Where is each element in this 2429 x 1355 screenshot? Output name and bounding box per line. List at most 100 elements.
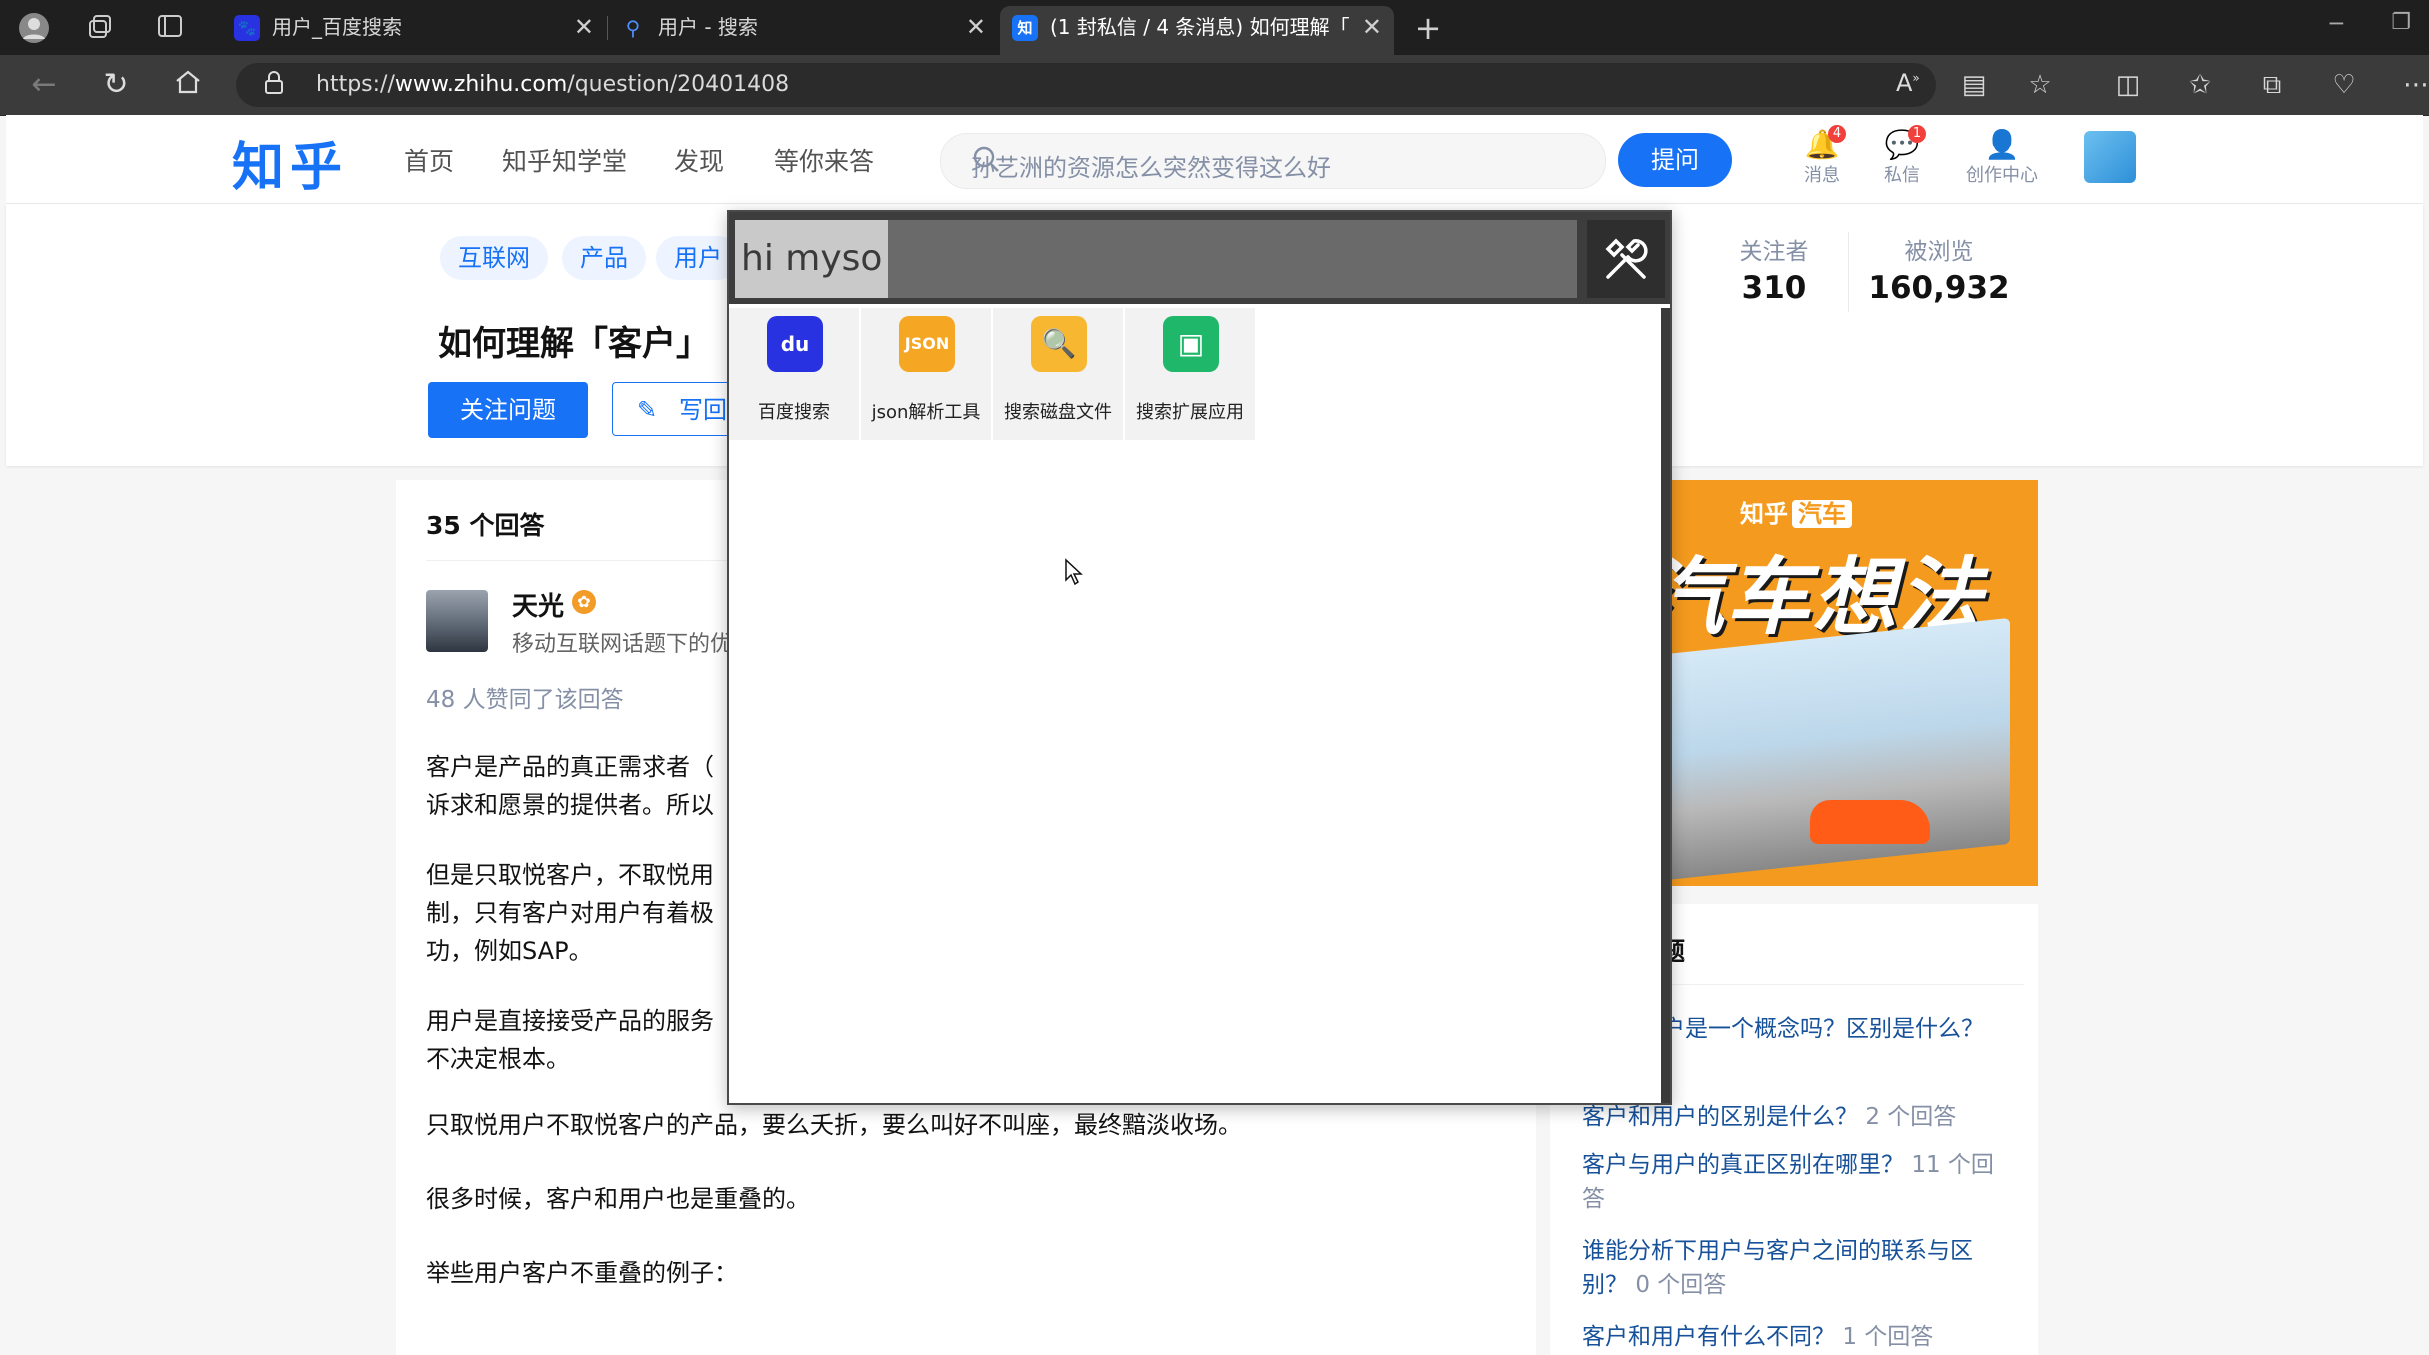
nav-zhixuetang[interactable]: 知乎知学堂 bbox=[502, 142, 627, 178]
messages-label: 消息 bbox=[1804, 165, 1840, 186]
refresh-icon[interactable]: ↻ bbox=[98, 67, 134, 103]
stat-divider bbox=[1848, 232, 1849, 312]
messages-badge: 4 bbox=[1828, 125, 1846, 143]
author-avatar[interactable] bbox=[426, 590, 488, 652]
restore-icon[interactable]: ❐ bbox=[2391, 10, 2411, 35]
creator-center-label: 创作中心 bbox=[1966, 165, 2038, 186]
views-count: 160,932 bbox=[1868, 270, 2010, 306]
tab-title: (1 封私信 / 4 条消息) 如何理解「 bbox=[1050, 15, 1350, 39]
topic-tag[interactable]: 互联网 bbox=[440, 236, 548, 280]
close-tab-icon[interactable]: ✕ bbox=[1353, 6, 1382, 48]
app-label: json解析工具 bbox=[871, 402, 981, 423]
app-label: 百度搜索 bbox=[758, 402, 830, 423]
zhihu-header: 知乎 首页 知乎知学堂 发现 等你来答 孙艺洲的资源怎么突然变得这么好 提问 🔔… bbox=[6, 115, 2423, 204]
zhihu-logo[interactable]: 知乎 bbox=[232, 125, 348, 200]
answer-line: 很多时候，客户和用户也是重叠的。 bbox=[426, 1185, 810, 1213]
answer-paragraph: 只取悦用户不取悦客户的产品，要么夭折，要么叫好不叫座，最终黯淡收场。 bbox=[426, 1106, 1506, 1144]
ad-brand-tag: 汽车 bbox=[1792, 500, 1852, 528]
launcher-app-baidu-search[interactable]: du 百度搜索 bbox=[729, 308, 859, 440]
followers-label: 关注者 bbox=[1739, 239, 1809, 265]
answer-line: 只取悦用户不取悦客户的产品，要么夭折，要么叫好不叫座，最终黯淡收场。 bbox=[426, 1111, 1242, 1139]
launcher-search-input[interactable]: hi myso bbox=[735, 220, 1577, 298]
related-question-text: 客户和用户的区别是什么？ bbox=[1582, 1104, 1858, 1130]
related-question-text: 户是一个概念吗？区别是什么？ bbox=[1662, 1016, 1984, 1042]
extension-app-icon: ▣ bbox=[1163, 316, 1219, 372]
close-tab-icon[interactable]: ✕ bbox=[574, 6, 594, 48]
nav-waiting[interactable]: 等你来答 bbox=[774, 142, 874, 178]
private-messages-button[interactable]: 💬 1 私信 bbox=[1862, 125, 1942, 187]
collections-icon[interactable]: ⧉ bbox=[2252, 65, 2292, 105]
related-question-link[interactable]: 客户和用户的区别是什么？ 2 个回答 bbox=[1582, 1100, 2002, 1134]
json-icon: JSON bbox=[899, 316, 955, 372]
chat-icon: 💬 1 bbox=[1862, 125, 1942, 161]
browser-tab-bar: 🐾 用户_百度搜索 ✕ ⚲ 用户 - 搜索 ✕ 知 (1 封私信 / 4 条消息… bbox=[0, 0, 2429, 55]
url-host: www.zhihu.com bbox=[394, 72, 568, 97]
search-icon[interactable] bbox=[971, 144, 1585, 181]
search-input[interactable]: 孙艺洲的资源怎么突然变得这么好 bbox=[940, 133, 1606, 189]
profile-icon[interactable] bbox=[18, 12, 50, 44]
launcher-scrollbar[interactable] bbox=[1661, 308, 1670, 1103]
question-title: 如何理解「客户」 bbox=[438, 324, 710, 364]
follow-question-button[interactable]: 关注问题 bbox=[428, 382, 588, 438]
baidu-paw-icon: 🐾 bbox=[234, 15, 260, 41]
ask-question-button[interactable]: 提问 bbox=[1618, 133, 1732, 187]
launcher-app-extension-search[interactable]: ▣ 搜索扩展应用 bbox=[1125, 308, 1255, 440]
browser-essentials-icon[interactable]: ♡ bbox=[2324, 65, 2364, 105]
more-menu-icon[interactable]: ⋯ bbox=[2396, 65, 2429, 105]
tab-title: 用户_百度搜索 bbox=[272, 15, 402, 39]
minimize-icon[interactable]: ─ bbox=[2330, 12, 2343, 37]
launcher-search-bar: hi myso bbox=[729, 212, 1670, 304]
answer-count: 35 个回答 bbox=[426, 511, 545, 540]
favorite-star-icon[interactable]: ☆ bbox=[2020, 65, 2060, 105]
launcher-app-json-tool[interactable]: JSON json解析工具 bbox=[861, 308, 991, 440]
address-toolbar: ← ↻ https://www.zhihu.com/question/20401… bbox=[0, 55, 2429, 116]
tab-zhihu[interactable]: 知 (1 封私信 / 4 条消息) 如何理解「 ✕ bbox=[1000, 6, 1394, 55]
private-messages-label: 私信 bbox=[1884, 165, 1920, 186]
url-text[interactable]: https://www.zhihu.com/question/20401408 bbox=[316, 71, 789, 99]
orange-car-image bbox=[1810, 800, 1930, 844]
pencil-icon: ✎ bbox=[637, 396, 658, 424]
answer-line: 举些用户客户不重叠的例子： bbox=[426, 1259, 738, 1287]
answer-count-text: 0 个回答 bbox=[1635, 1272, 1727, 1298]
answer-paragraph: 举些用户客户不重叠的例子： bbox=[426, 1254, 1506, 1292]
ad-brand-name: 知乎 bbox=[1740, 500, 1788, 528]
answer-paragraph: 很多时候，客户和用户也是重叠的。 bbox=[426, 1180, 1506, 1218]
creator-icon: 👤 bbox=[1984, 128, 2020, 161]
home-icon[interactable] bbox=[170, 67, 206, 103]
tab-baidu[interactable]: 🐾 用户_百度搜索 ✕ bbox=[222, 6, 608, 55]
related-question-link[interactable]: 谁能分析下用户与客户之间的联系与区别？ 0 个回答 bbox=[1582, 1234, 2002, 1302]
back-icon[interactable]: ← bbox=[26, 67, 62, 103]
nav-discover[interactable]: 发现 bbox=[674, 142, 724, 178]
app-label: 搜索磁盘文件 bbox=[1004, 402, 1112, 423]
split-screen-icon[interactable]: ◫ bbox=[2108, 65, 2148, 105]
messages-button[interactable]: 🔔 4 消息 bbox=[1782, 125, 1862, 187]
avatar[interactable] bbox=[2084, 131, 2136, 183]
folder-search-icon: 🔍 bbox=[1031, 316, 1087, 372]
close-tab-icon[interactable]: ✕ bbox=[966, 6, 986, 48]
workspaces-icon[interactable] bbox=[84, 12, 116, 44]
related-question-text: 客户与用户的真正区别在哪里？ bbox=[1582, 1152, 1904, 1178]
related-question-link[interactable]: 户是一个概念吗？区别是什么？ bbox=[1662, 1012, 2042, 1046]
related-question-link[interactable]: 客户与用户的真正区别在哪里？ 11 个回答 bbox=[1582, 1148, 2002, 1216]
launcher-query: hi myso bbox=[735, 220, 889, 298]
zhihu-icon: 知 bbox=[1012, 15, 1038, 41]
bell-icon: 🔔 4 bbox=[1782, 125, 1862, 161]
tools-icon[interactable] bbox=[1587, 220, 1665, 298]
creator-center-button[interactable]: 👤 创作中心 bbox=[1952, 129, 2052, 187]
launcher-window: hi myso du 百度搜索 JSON json解析工具 🔍 搜索磁盘文件 ▣… bbox=[727, 210, 1672, 1105]
favorites-icon[interactable]: ✩ bbox=[2180, 65, 2220, 105]
related-question-text: 客户和用户有什么不同？ bbox=[1582, 1324, 1835, 1350]
new-tab-icon[interactable]: + bbox=[1412, 12, 1444, 44]
tab-bing-search[interactable]: ⚲ 用户 - 搜索 ✕ bbox=[608, 6, 998, 55]
topic-tag[interactable]: 产品 bbox=[562, 236, 646, 280]
related-question-link[interactable]: 客户和用户有什么不同？ 1 个回答 bbox=[1582, 1320, 2002, 1354]
views-label: 被浏览 bbox=[1904, 239, 1974, 265]
launcher-app-disk-search[interactable]: 🔍 搜索磁盘文件 bbox=[993, 308, 1123, 440]
read-aloud-icon[interactable]: A» bbox=[1896, 69, 1920, 97]
author-name[interactable]: 天光 bbox=[512, 586, 564, 623]
url-bar[interactable]: https://www.zhihu.com/question/20401408 … bbox=[236, 63, 1936, 107]
nav-home[interactable]: 首页 bbox=[404, 142, 454, 178]
tab-actions-icon[interactable] bbox=[154, 12, 186, 44]
immersive-reader-icon[interactable]: ▤ bbox=[1954, 65, 1994, 105]
lock-icon[interactable] bbox=[264, 71, 284, 101]
